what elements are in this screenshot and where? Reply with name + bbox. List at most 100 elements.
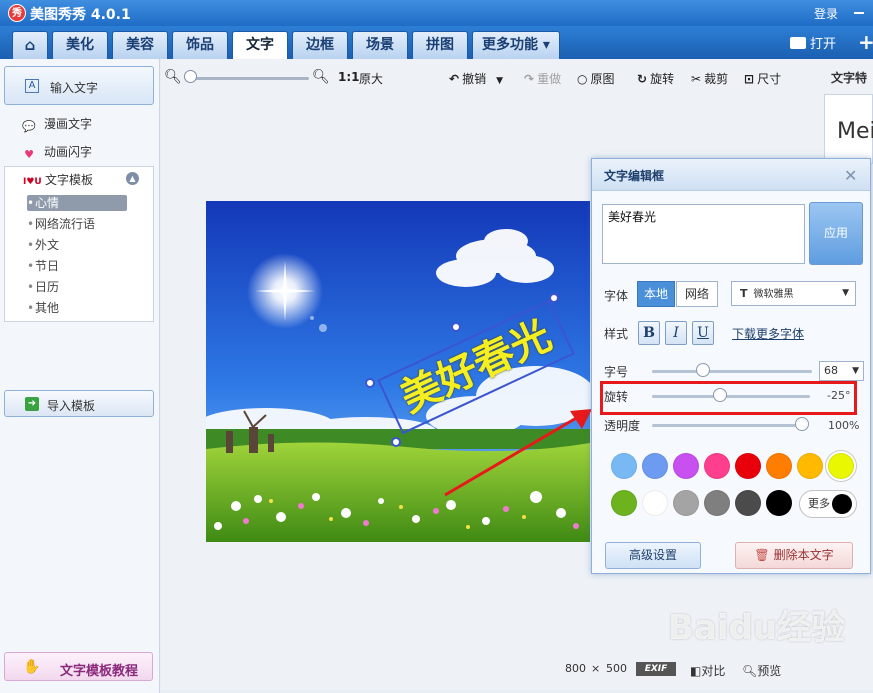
crop-button[interactable]: ✂ 裁剪 — [691, 70, 728, 87]
app-logo: 秀 — [8, 4, 26, 22]
advanced-settings-button[interactable]: 高级设置 — [605, 542, 701, 569]
text-a-icon: A — [25, 79, 39, 93]
italic-button[interactable]: I — [665, 321, 687, 345]
preview-button[interactable]: 🔍︎预览 — [742, 662, 781, 679]
template-item-mood[interactable]: 心情 — [27, 195, 127, 211]
hand-icon: ✋ — [23, 659, 41, 675]
app-title: 美图秀秀 4.0.1 — [30, 7, 131, 23]
input-text-button[interactable]: A 输入文字 — [4, 66, 154, 105]
rotate-highlight-box — [600, 381, 857, 415]
resize-handle-top-right[interactable] — [549, 293, 559, 303]
current-color-swatch — [832, 494, 852, 514]
opacity-label: 透明度 — [604, 419, 641, 433]
color-swatch[interactable] — [673, 453, 699, 479]
template-item-calendar[interactable]: 日历 — [27, 279, 127, 295]
color-swatch[interactable] — [828, 453, 854, 479]
underline-button[interactable]: U — [692, 321, 714, 345]
undo-dropdown-icon[interactable]: ▼ — [496, 76, 503, 86]
tab-text[interactable]: 文字 — [232, 31, 288, 60]
original-image-button[interactable]: ○ 原图 — [577, 70, 615, 87]
original-size-button[interactable]: 原大 — [359, 70, 383, 87]
color-swatch[interactable] — [704, 453, 730, 479]
apply-button[interactable]: 应用 — [809, 202, 863, 265]
font-size-select[interactable]: 68 ▼ — [819, 361, 864, 381]
tab-beautify[interactable]: 美化 — [52, 31, 108, 59]
opacity-slider-track[interactable] — [652, 424, 807, 427]
scissors-icon: ✂ — [691, 72, 702, 86]
import-template-button[interactable]: ➜ 导入模板 — [4, 390, 154, 417]
color-swatch[interactable] — [735, 490, 761, 516]
color-swatch[interactable] — [797, 453, 823, 479]
download-more-fonts-link[interactable]: 下载更多字体 — [732, 325, 804, 342]
minimize-icon[interactable] — [852, 4, 866, 20]
redo-button[interactable]: ↷ 重做 — [524, 70, 561, 87]
opacity-slider-handle[interactable] — [795, 417, 809, 431]
font-size-slider-track[interactable] — [652, 370, 812, 373]
flash-text-link[interactable]: ♥ 动画闪字 — [20, 143, 92, 162]
zoom-slider-track[interactable] — [187, 77, 309, 80]
resize-handle-bottom-left[interactable] — [391, 437, 401, 447]
open-button[interactable]: 打开 — [790, 33, 836, 52]
font-family-select[interactable]: T 微软雅黑 ▼ — [731, 281, 856, 306]
i-love-you-icon: I♥U — [23, 177, 42, 187]
tab-beauty[interactable]: 美容 — [112, 31, 168, 59]
zoom-in-icon[interactable]: 🔍︎ — [312, 69, 330, 85]
delete-text-button[interactable]: 🗑 删除本文字 — [735, 542, 853, 569]
baidu-watermark: Baidu经验 — [668, 608, 846, 648]
tab-more-features[interactable]: 更多功能 ▾ — [472, 31, 560, 59]
dialog-header[interactable]: 文字编辑框 ✕ — [592, 159, 870, 191]
color-swatch[interactable] — [642, 490, 668, 516]
template-item-internet-slang[interactable]: 网络流行语 — [27, 216, 127, 232]
title-bar: 秀 美图秀秀 4.0.1 登录 — [0, 0, 873, 26]
compare-button[interactable]: ◧对比 — [690, 662, 725, 679]
import-arrow-icon: ➜ — [25, 397, 39, 411]
rotate-button[interactable]: ↻ 旋转 — [637, 70, 674, 87]
comic-text-link[interactable]: 💬 漫画文字 — [20, 115, 92, 134]
text-content-input[interactable]: 美好春光 — [602, 204, 805, 264]
tab-frame[interactable]: 边框 — [292, 31, 348, 59]
ratio-label[interactable]: 1:1 — [338, 70, 360, 84]
tab-accessories[interactable]: 饰品 — [172, 31, 228, 59]
color-swatch[interactable] — [766, 490, 792, 516]
color-swatch[interactable] — [735, 453, 761, 479]
exif-badge[interactable]: EXIF — [636, 662, 676, 676]
new-icon[interactable]: + — [858, 30, 873, 54]
template-item-holiday[interactable]: 节日 — [27, 258, 127, 274]
tab-home[interactable]: ⌂ — [12, 31, 48, 59]
template-item-foreign[interactable]: 外文 — [27, 237, 127, 253]
heart-flash-icon: ♥ — [24, 148, 34, 161]
resize-handle-top[interactable] — [451, 322, 461, 332]
text-template-header[interactable]: I♥U 文字模板 — [23, 171, 93, 188]
color-swatch[interactable] — [673, 490, 699, 516]
resize-handle-left[interactable] — [365, 378, 375, 388]
resize-button[interactable]: ⊡ 尺寸 — [744, 70, 781, 87]
text-effect-thumbnail[interactable]: Mei — [824, 94, 873, 164]
tab-scene[interactable]: 场景 — [352, 31, 408, 59]
login-link[interactable]: 登录 — [814, 5, 838, 22]
font-size-slider-handle[interactable] — [696, 363, 710, 377]
color-swatch[interactable] — [766, 453, 792, 479]
zoom-slider-handle[interactable] — [184, 70, 197, 83]
color-swatch[interactable] — [704, 490, 730, 516]
close-icon[interactable]: ✕ — [844, 166, 857, 185]
font-web-toggle[interactable]: 网络 — [676, 281, 718, 307]
left-panel: A 输入文字 💬漫画文字 ♥动画闪字 I♥U文字模板 ▲ 心情 网络流行语 外文… — [0, 59, 160, 693]
style-label: 样式 — [604, 327, 629, 341]
collapse-icon[interactable]: ▲ — [126, 172, 139, 185]
template-tutorial-button[interactable]: ✋ 文字模板教程 — [4, 652, 153, 681]
resize-icon: ⊡ — [744, 72, 755, 86]
bold-button[interactable]: B — [638, 321, 660, 345]
template-item-other[interactable]: 其他 — [27, 300, 127, 316]
rotate-icon: ↻ — [637, 72, 648, 86]
more-colors-button[interactable]: 更多 — [799, 490, 857, 518]
font-local-toggle[interactable]: 本地 — [637, 281, 675, 307]
font-size-label: 字号 — [604, 365, 629, 379]
zoom-out-icon[interactable]: 🔍︎ — [164, 69, 182, 85]
color-swatch[interactable] — [611, 453, 637, 479]
color-swatch[interactable] — [642, 453, 668, 479]
tab-collage[interactable]: 拼图 — [412, 31, 468, 59]
font-label: 字体 — [604, 289, 629, 303]
text-template-panel: I♥U文字模板 ▲ 心情 网络流行语 外文 节日 日历 其他 — [4, 166, 154, 322]
color-swatch[interactable] — [611, 490, 637, 516]
undo-button[interactable]: ↶ 撤销 ▼ — [449, 70, 503, 87]
